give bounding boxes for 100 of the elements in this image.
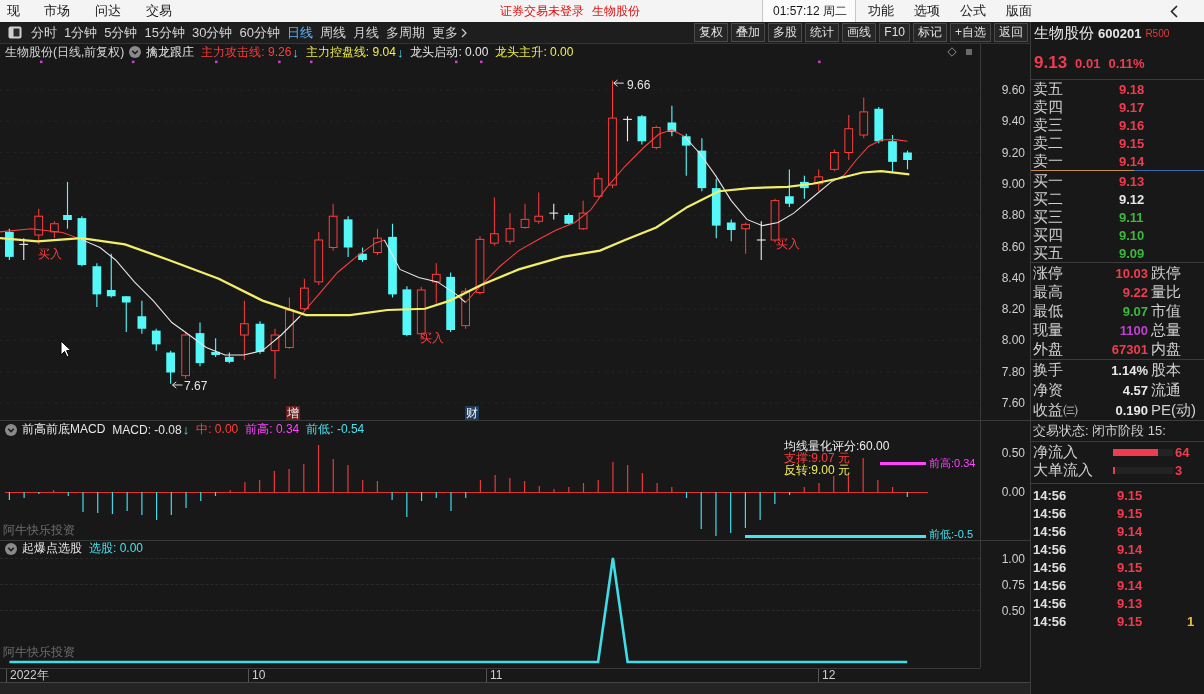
menu-item[interactable]: 版面: [1006, 2, 1033, 20]
tick-price: 9.13: [1117, 595, 1144, 611]
axis-label: 8.00: [1001, 333, 1025, 348]
tick-time: 14:56: [1033, 487, 1068, 503]
chevron-right-icon: [460, 27, 467, 38]
order-label: 买四: [1033, 226, 1064, 244]
stat-label: 换手: [1033, 360, 1064, 380]
menu-item[interactable]: 现: [7, 2, 20, 20]
order-label: 卖三: [1033, 116, 1064, 134]
axis-label: 7.80: [1001, 364, 1025, 379]
toolbar-button[interactable]: 标记: [913, 23, 947, 42]
menu-item[interactable]: 功能: [868, 2, 895, 20]
indicator-reading: 主力控盘线: 9.04: [305, 43, 396, 61]
stock-name: 生物股份: [1034, 23, 1094, 43]
sidebar-icon[interactable]: [8, 26, 22, 39]
axis-label: 0.50: [1001, 603, 1025, 618]
toolbar-button[interactable]: F10: [879, 23, 910, 42]
stat-value: 9.22: [1121, 285, 1148, 300]
tick-price: 9.15: [1117, 487, 1144, 503]
period-tab[interactable]: 15分钟: [144, 24, 185, 41]
indicator-reading: 龙头启动: 0.00: [410, 43, 489, 61]
indicator-name: 擒龙跟庄: [146, 43, 195, 61]
circle-chevron-icon[interactable]: [5, 542, 17, 555]
order-label: 买五: [1033, 244, 1064, 262]
diamond-icon[interactable]: [947, 47, 957, 57]
tick-volume: 1: [1187, 613, 1195, 629]
author-caption: 阿牛快乐投资: [3, 646, 75, 659]
order-price: 9.10: [1119, 227, 1145, 243]
tick-time: 14:56: [1033, 505, 1068, 521]
order-price: 9.12: [1119, 191, 1145, 207]
stat-label: 股本: [1151, 360, 1181, 380]
tick-price: 9.14: [1117, 577, 1144, 593]
indicator-reading: 前高: 0.34: [245, 421, 300, 438]
menu-item[interactable]: 公式: [960, 2, 987, 20]
tick-price: 9.14: [1117, 541, 1144, 557]
toolbar-button[interactable]: +自选: [950, 23, 991, 42]
indicator-name: 起爆点选股: [22, 540, 82, 557]
menu-item[interactable]: 交易: [146, 2, 172, 20]
order-price: 9.09: [1119, 245, 1145, 261]
period-tab[interactable]: 日线: [286, 24, 313, 41]
indicator-reading: 中: 0.00: [196, 421, 239, 438]
menu-item[interactable]: 市场: [44, 2, 70, 20]
stat-label: 收益㈢: [1033, 400, 1079, 420]
menu-item[interactable]: 选项: [914, 2, 941, 20]
more-button[interactable]: 更多: [431, 24, 467, 41]
stat-label: 最高: [1033, 283, 1064, 302]
stat-value: 9.07: [1121, 304, 1148, 319]
toolbar-button[interactable]: 画线: [842, 23, 877, 42]
order-price: 9.11: [1119, 209, 1144, 225]
period-tab[interactable]: 多周期: [385, 24, 425, 41]
tick-time: 14:56: [1033, 541, 1068, 557]
tick-price: 9.15: [1117, 559, 1144, 575]
toolbar-button[interactable]: 叠加: [731, 23, 766, 42]
period-tab[interactable]: 5分钟: [104, 24, 138, 41]
order-label: 买三: [1033, 208, 1064, 226]
event-tag: 财: [465, 406, 479, 420]
toolbar-button[interactable]: 复权: [694, 23, 729, 42]
axis-label: 0.00: [1001, 485, 1025, 499]
toolbar-button[interactable]: 统计: [805, 23, 840, 42]
indicator-reading: 主力攻击线: 9.26: [201, 43, 292, 61]
stat-label: 内盘: [1151, 340, 1181, 359]
order-label: 卖五: [1033, 80, 1064, 98]
menu-item[interactable]: 问达: [95, 2, 121, 20]
axis-label: 1.00: [1001, 551, 1025, 566]
stat-label: 净资: [1033, 380, 1064, 400]
tick-time: 14:56: [1033, 613, 1068, 629]
order-price: 9.17: [1119, 99, 1145, 115]
axis-label: 9.40: [1001, 114, 1025, 129]
period-tab[interactable]: 分时: [31, 24, 57, 41]
period-tab[interactable]: 周线: [319, 24, 346, 41]
clock-text: 01:57:12 周二: [762, 0, 857, 22]
indicator-reading: 选股: 0.00: [89, 540, 144, 557]
circle-chevron-icon[interactable]: [5, 423, 17, 436]
stat-label: 现量: [1033, 321, 1064, 340]
last-price: 9.13: [1034, 53, 1068, 73]
flow-label: 净流入: [1033, 442, 1079, 462]
circle-chevron-icon[interactable]: [129, 46, 142, 58]
period-tab[interactable]: 60分钟: [239, 24, 280, 41]
event-tag: 增: [286, 406, 300, 420]
axis-label: 8.60: [1001, 239, 1025, 254]
toolbar-button[interactable]: 返回: [994, 23, 1028, 42]
flow-label: 大单流入: [1033, 460, 1094, 480]
chevron-left-icon[interactable]: [1170, 4, 1178, 18]
stat-label: 流通: [1151, 380, 1181, 400]
order-price: 9.18: [1119, 81, 1145, 97]
toolbar-button[interactable]: 多股: [768, 23, 803, 42]
period-tab[interactable]: 1分钟: [64, 24, 98, 41]
chart-title: 生物股份(日线,前复权): [5, 43, 125, 61]
stock-code: 600201: [1098, 25, 1142, 41]
tick-price: 9.15: [1117, 505, 1144, 521]
tick-time: 14:56: [1033, 523, 1068, 539]
level-label: 前高:0.34: [929, 457, 976, 470]
tick-time: 14:56: [1033, 595, 1068, 611]
indicator-reading: 龙头主升: 0.00: [495, 43, 574, 61]
period-tab[interactable]: 30分钟: [191, 24, 233, 41]
stat-label: 涨停: [1033, 264, 1064, 283]
trend-arrow: ↓: [182, 422, 190, 437]
stat-label: 跌停: [1151, 264, 1181, 283]
axis-label: 8.20: [1001, 302, 1025, 317]
period-tab[interactable]: 月线: [352, 24, 379, 41]
